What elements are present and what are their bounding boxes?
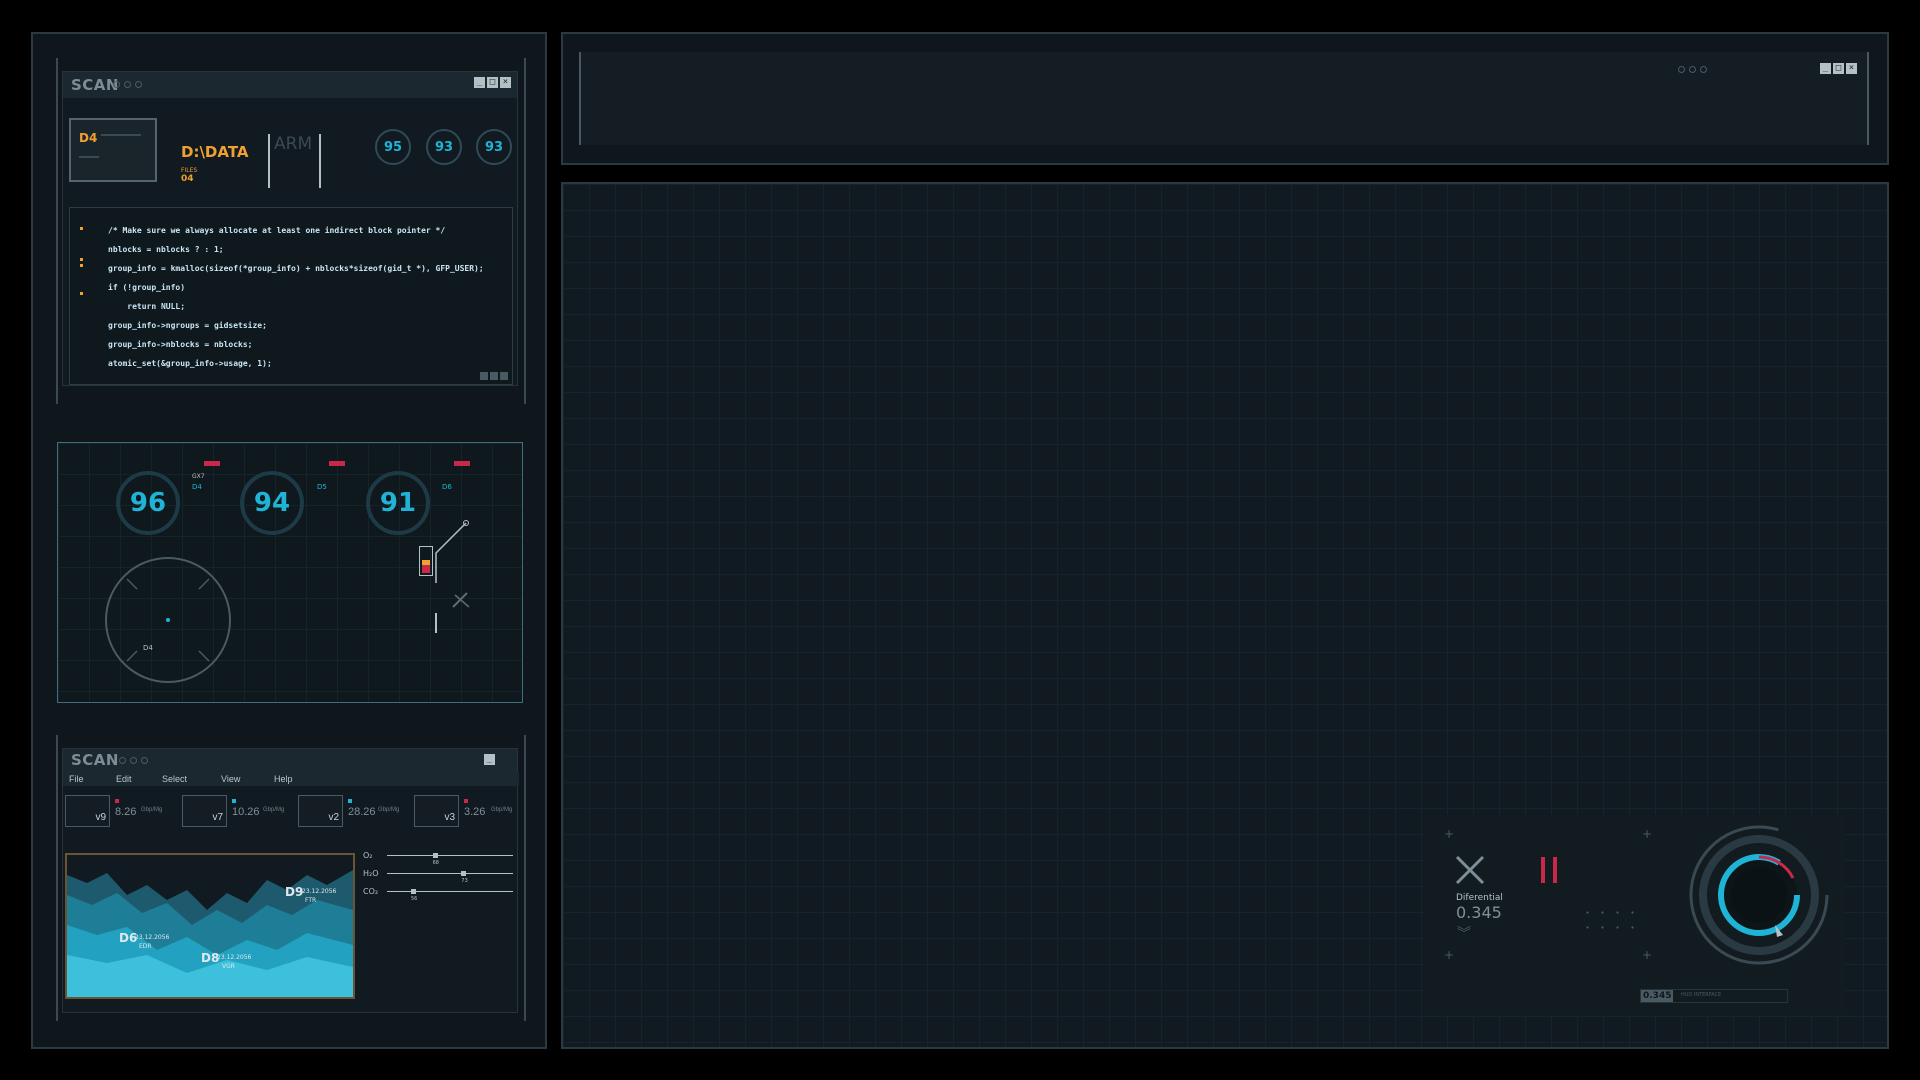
menu-view[interactable]: View <box>221 774 240 784</box>
code-line: /* Make sure we always allocate at least… <box>108 226 446 235</box>
files-caption: FILES <box>181 167 198 174</box>
maximize-button[interactable]: □ <box>487 77 498 88</box>
pause-icon[interactable] <box>1541 857 1561 883</box>
radar-scope[interactable]: D4 <box>105 557 231 683</box>
file-card-v9[interactable]: v9 <box>65 795 110 827</box>
chevron-down-icon[interactable]: ︾ <box>1457 923 1471 943</box>
dotted-scale <box>338 607 438 609</box>
status-dots <box>1678 66 1707 73</box>
code-line: return NULL; <box>108 302 186 311</box>
readout-value: 0.345 <box>1641 990 1674 1002</box>
gauge-tag: GX7 <box>192 473 205 480</box>
plus-icon: + <box>1444 948 1455 962</box>
card-value: 8.26 <box>115 806 137 818</box>
card-unit: Gbp/Mg <box>263 807 285 813</box>
chart-point-code: FTR <box>305 897 317 904</box>
alert-indicator <box>454 461 470 466</box>
chart-point-date: 23.12.2056 <box>302 888 337 895</box>
window-title: SCAN <box>71 76 119 94</box>
gauge-94: 94 <box>240 471 304 535</box>
plus-icon: + <box>1642 827 1653 841</box>
path-label: D:\DATA <box>181 143 249 161</box>
scan-window: SCAN _ □ × D4 D:\DATA FILES 04 ARM 95 93… <box>62 71 518 386</box>
close-button[interactable]: × <box>1846 63 1857 74</box>
alert-indicator <box>204 461 220 466</box>
scan-window-titlebar[interactable]: SCAN _ □ × <box>63 72 517 98</box>
arm-left-bar <box>268 134 270 188</box>
code-line: if (!group_info) <box>108 283 186 292</box>
drive-label: D4 <box>79 131 98 145</box>
chart-point-code: VGR <box>222 963 235 970</box>
arm-label: ARM <box>274 134 313 154</box>
card-unit: Gbp/Mg <box>141 807 163 813</box>
code-editor[interactable]: /* Make sure we always allocate at least… <box>69 207 513 385</box>
minimize-button[interactable]: _ <box>1820 63 1831 74</box>
gauge-sub-label: D6 <box>442 483 452 491</box>
gas-slider-h2o[interactable]: H₂O 73 <box>363 869 515 885</box>
card-value: 10.26 <box>232 806 260 818</box>
menu-help[interactable]: Help <box>274 774 293 784</box>
minimize-button[interactable]: _ <box>474 77 485 88</box>
code-line: group_info->nblocks = nblocks; <box>108 340 253 349</box>
code-line: group_info->ngroups = gidsetsize; <box>108 321 267 330</box>
gauge-91: 91 <box>366 471 430 535</box>
folder-icon[interactable]: D4 <box>69 118 157 182</box>
chart-point-name: D9 <box>285 885 304 899</box>
radar-label: D4 <box>143 644 153 652</box>
card-unit: Gbp/Mg <box>491 807 513 813</box>
hud-cluster: Diferential 0.345 ︾ + + + + 0.345 HUD IN… <box>1425 815 1845 1015</box>
gauge-sub-label: D4 <box>192 483 202 491</box>
plus-icon: + <box>1642 948 1653 962</box>
chart-point-date: 23.12.2056 <box>135 934 170 941</box>
gauge-95: 95 <box>375 129 411 165</box>
menu-select[interactable]: Select <box>162 774 187 784</box>
card-unit: Gbp/Mg <box>378 807 400 813</box>
files-count: 04 <box>181 174 194 184</box>
chart-point-date: 23.12.2056 <box>217 954 252 961</box>
gauge-96: 96 <box>116 471 180 535</box>
status-dots <box>113 81 142 88</box>
dial-knob[interactable] <box>1687 823 1831 967</box>
maximize-button[interactable]: □ <box>1833 63 1844 74</box>
code-line: nblocks = nblocks ? : 1; <box>108 245 224 254</box>
top-bar-window[interactable]: _ □ × <box>579 52 1869 145</box>
minimize-button[interactable]: _ <box>484 754 495 765</box>
dot-matrix <box>1580 905 1640 935</box>
readout-caption: HUD INTERFACE <box>1681 992 1722 998</box>
menu-edit[interactable]: Edit <box>116 774 132 784</box>
file-card-v2[interactable]: v2 <box>298 795 343 827</box>
file-card-v3[interactable]: v3 <box>414 795 459 827</box>
menu-file[interactable]: File <box>69 774 84 784</box>
card-value: 28.26 <box>348 806 376 818</box>
file-card-v7[interactable]: v7 <box>182 795 227 827</box>
window-title: SCAN <box>71 751 119 769</box>
scan-window-2: SCAN _ File Edit Select View Help v9 8.2… <box>62 748 519 1013</box>
gauge-sub-label: D5 <box>317 483 327 491</box>
gas-slider-co2[interactable]: CO₂ 56 <box>363 887 515 903</box>
scan-window-2-titlebar[interactable]: SCAN _ <box>63 749 517 772</box>
code-toolbar <box>480 372 508 380</box>
code-line: atomic_set(&group_info->usage, 1); <box>108 359 272 368</box>
gauge-93: 93 <box>426 129 462 165</box>
alert-indicator <box>329 461 345 466</box>
plus-icon: + <box>1444 827 1455 841</box>
gauge-93-b: 93 <box>476 129 512 165</box>
diff-value: 0.345 <box>1456 903 1502 922</box>
close-x-icon[interactable] <box>1455 855 1485 885</box>
chart-point-code: EDR <box>139 943 152 950</box>
gas-slider-o2[interactable]: O₂ 68 <box>363 851 515 867</box>
antenna-graphic <box>435 520 469 633</box>
readout-box: 0.345 HUD INTERFACE <box>1640 989 1788 1003</box>
arm-right-bar <box>319 134 321 188</box>
battery-indicator <box>419 546 433 576</box>
card-value: 3.26 <box>464 806 486 818</box>
radar-panel: 96 94 91 GX7 D4 D5 D6 D4 <box>57 442 523 703</box>
status-dots <box>119 757 148 764</box>
code-line: group_info = kmalloc(sizeof(*group_info)… <box>108 264 484 273</box>
menu-bar: File Edit Select View Help <box>63 772 519 786</box>
area-chart[interactable]: D9 23.12.2056 FTR D6 23.12.2056 EDR D8 2… <box>65 853 355 999</box>
diff-label: Diferential <box>1456 893 1503 903</box>
close-button[interactable]: × <box>500 77 511 88</box>
cross-icon <box>452 592 470 608</box>
